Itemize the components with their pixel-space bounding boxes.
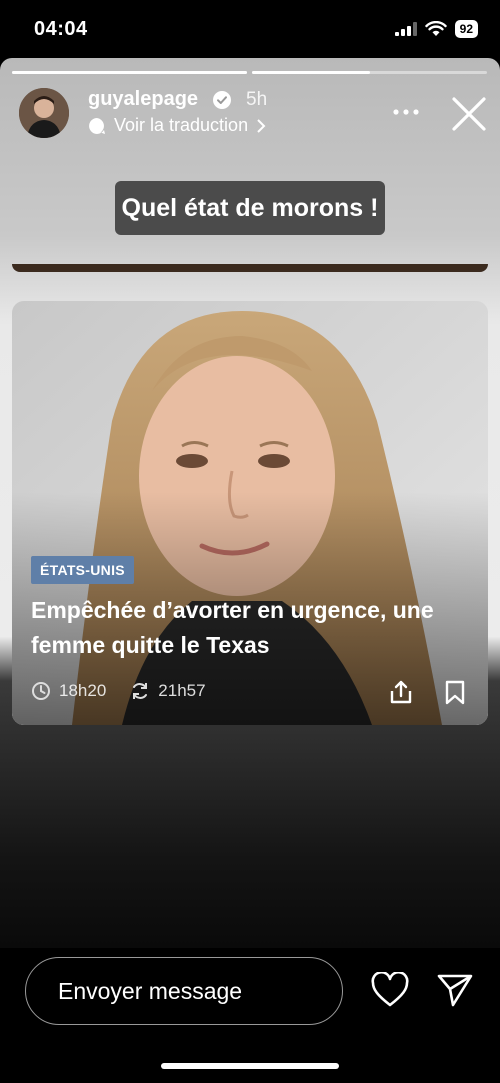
- category-badge[interactable]: ÉTATS-UNIS: [31, 556, 134, 584]
- signal-icon: [394, 22, 417, 36]
- article-card[interactable]: ÉTATS-UNIS Empêchée d’avorter en urgence…: [12, 301, 488, 725]
- status-time: 04:04: [34, 18, 88, 40]
- send-icon[interactable]: [436, 972, 474, 1008]
- story-username[interactable]: guyalepage: [88, 88, 198, 111]
- story-progress-fill: [12, 71, 247, 74]
- speech-bubble-icon: [89, 117, 105, 134]
- wifi-icon: [424, 21, 447, 36]
- previous-card-edge: [12, 264, 488, 272]
- message-input[interactable]: [25, 957, 343, 1025]
- status-icons: 92: [394, 20, 478, 38]
- article-headline[interactable]: Empêchée d’avorter en urgence, une femme…: [31, 593, 471, 663]
- card-actions: [388, 679, 468, 705]
- status-bar: 04:04 92: [0, 0, 500, 60]
- home-indicator[interactable]: [161, 1063, 339, 1069]
- battery-indicator: 92: [454, 20, 478, 38]
- verified-icon: [213, 91, 231, 109]
- chevron-right-icon: [257, 118, 266, 133]
- story-viewer[interactable]: guyalepage 5h Voir la traduction Quel ét…: [0, 58, 500, 948]
- story-age: 5h: [246, 89, 268, 110]
- close-icon[interactable]: [451, 96, 487, 132]
- story-progress-fill: [252, 71, 370, 74]
- bookmark-icon[interactable]: [442, 679, 468, 705]
- share-icon[interactable]: [388, 679, 414, 705]
- refresh-icon: [133, 683, 148, 699]
- story-caption: Quel état de morons !: [115, 181, 385, 235]
- reply-bar: [0, 948, 500, 1083]
- avatar-image: [19, 88, 69, 138]
- more-options-button[interactable]: [393, 102, 419, 115]
- clock-icon: [32, 682, 50, 700]
- avatar[interactable]: [19, 88, 69, 138]
- more-icon: [393, 109, 419, 115]
- heart-icon[interactable]: [371, 972, 409, 1008]
- translate-button[interactable]: Voir la traduction: [88, 115, 266, 136]
- published-time: 18h20: [59, 681, 107, 700]
- story-progress-segment: [252, 71, 487, 74]
- article-meta: 18h20 21h57: [31, 681, 206, 701]
- story-progress-segment: [12, 71, 247, 74]
- translate-label: Voir la traduction: [114, 115, 249, 135]
- updated-time: 21h57: [158, 681, 206, 700]
